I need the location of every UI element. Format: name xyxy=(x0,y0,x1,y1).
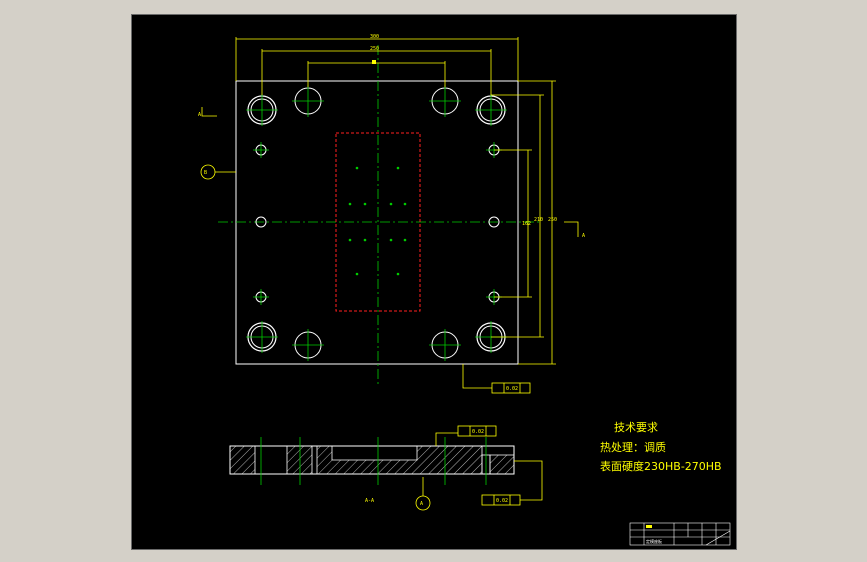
dimension-text-right-3: 162 xyxy=(522,221,531,227)
tech-req-title: 技术要求 xyxy=(614,421,658,434)
dimension-text-top-2: 250 xyxy=(370,46,379,52)
tech-req-line1: 热处理：调质 xyxy=(600,441,666,454)
drawing-viewport[interactable]: 300 250 162 210 250 A A B 0.02 A-A 0.02 … xyxy=(131,14,737,550)
tolerance-value-3: 0.02 xyxy=(496,498,508,504)
dimension-text-right-1: 250 xyxy=(548,217,557,223)
balloon-left-label: B xyxy=(204,170,207,176)
cad-window: 300 250 162 210 250 A A B 0.02 A-A 0.02 … xyxy=(0,0,867,562)
dimension-marker-top-3 xyxy=(372,60,376,64)
tolerance-value-1: 0.02 xyxy=(506,386,518,392)
dimension-text-top-1: 300 xyxy=(370,34,379,40)
dimension-text-right-2: 210 xyxy=(534,217,543,223)
title-block-label: 定模座板 xyxy=(646,538,662,544)
balloon-bottom-label: A xyxy=(420,501,423,507)
section-label-right: A xyxy=(582,233,585,239)
section-label-left: A xyxy=(198,112,201,118)
drawing-canvas: 300 250 162 210 250 A A B 0.02 A-A 0.02 … xyxy=(132,15,736,549)
section-view-label: A-A xyxy=(365,498,374,504)
tech-req-line2: 表面硬度230HB-270HB xyxy=(600,459,722,473)
tolerance-value-2: 0.02 xyxy=(472,429,484,435)
title-block-mark xyxy=(646,525,652,528)
